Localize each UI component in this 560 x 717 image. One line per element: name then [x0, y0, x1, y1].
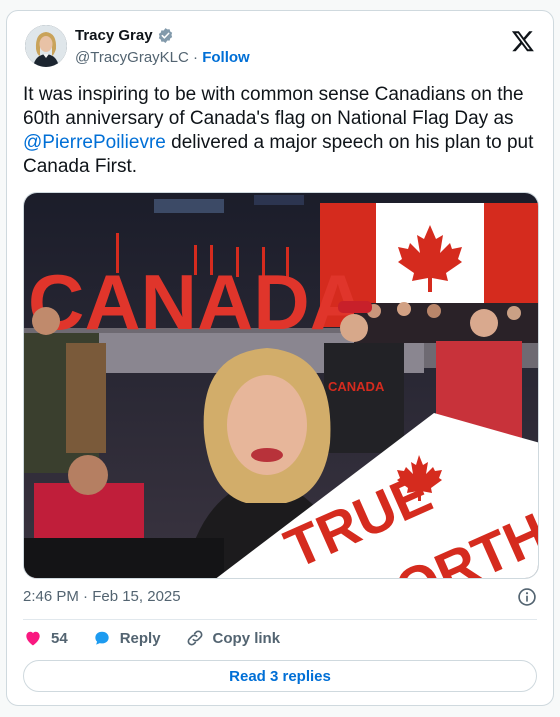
reply-bubble-icon	[95, 631, 109, 645]
handle-separator: ·	[193, 49, 199, 66]
author-name[interactable]: Tracy Gray	[75, 27, 153, 44]
divider	[23, 619, 537, 620]
shirt-text: CANADA	[328, 379, 385, 394]
info-icon[interactable]	[517, 587, 537, 607]
avatar[interactable]	[25, 25, 67, 67]
reply-button[interactable]: Reply	[92, 628, 161, 648]
author-handle-row: @TracyGrayKLC · Follow	[75, 49, 250, 66]
author-name-row: Tracy Gray	[75, 27, 174, 44]
verified-badge-icon	[158, 28, 172, 43]
mention-link[interactable]: @PierrePoilievre	[23, 132, 166, 153]
like-button[interactable]: 54	[23, 628, 68, 648]
copy-link-label: Copy link	[212, 629, 281, 647]
reply-label: Reply	[119, 629, 161, 647]
copy-link-button[interactable]: Copy link	[185, 628, 281, 648]
action-bar: 54 Reply Copy link	[23, 628, 304, 648]
heart-icon	[26, 631, 40, 646]
author-handle[interactable]: @TracyGrayKLC	[75, 49, 189, 66]
canada-sign: CANADA	[28, 258, 366, 346]
tweet-photo[interactable]: CANADA CANADA TRUE ORTH	[23, 192, 539, 579]
tweet-text-before: It was inspiring to be with common sense…	[23, 84, 524, 129]
link-icon	[187, 630, 203, 646]
x-logo-icon[interactable]	[511, 29, 535, 53]
tweet-text: It was inspiring to be with common sense…	[23, 83, 539, 179]
follow-link[interactable]: Follow	[202, 49, 250, 66]
tweet-header: Tracy Gray @TracyGrayKLC · Follow	[25, 25, 537, 73]
tweet-timestamp[interactable]: 2:46 PM · Feb 15, 2025	[23, 588, 181, 605]
tweet-card: Tracy Gray @TracyGrayKLC · Follow It was…	[6, 10, 554, 706]
read-replies-button[interactable]: Read 3 replies	[23, 660, 537, 692]
like-count: 54	[51, 629, 68, 647]
